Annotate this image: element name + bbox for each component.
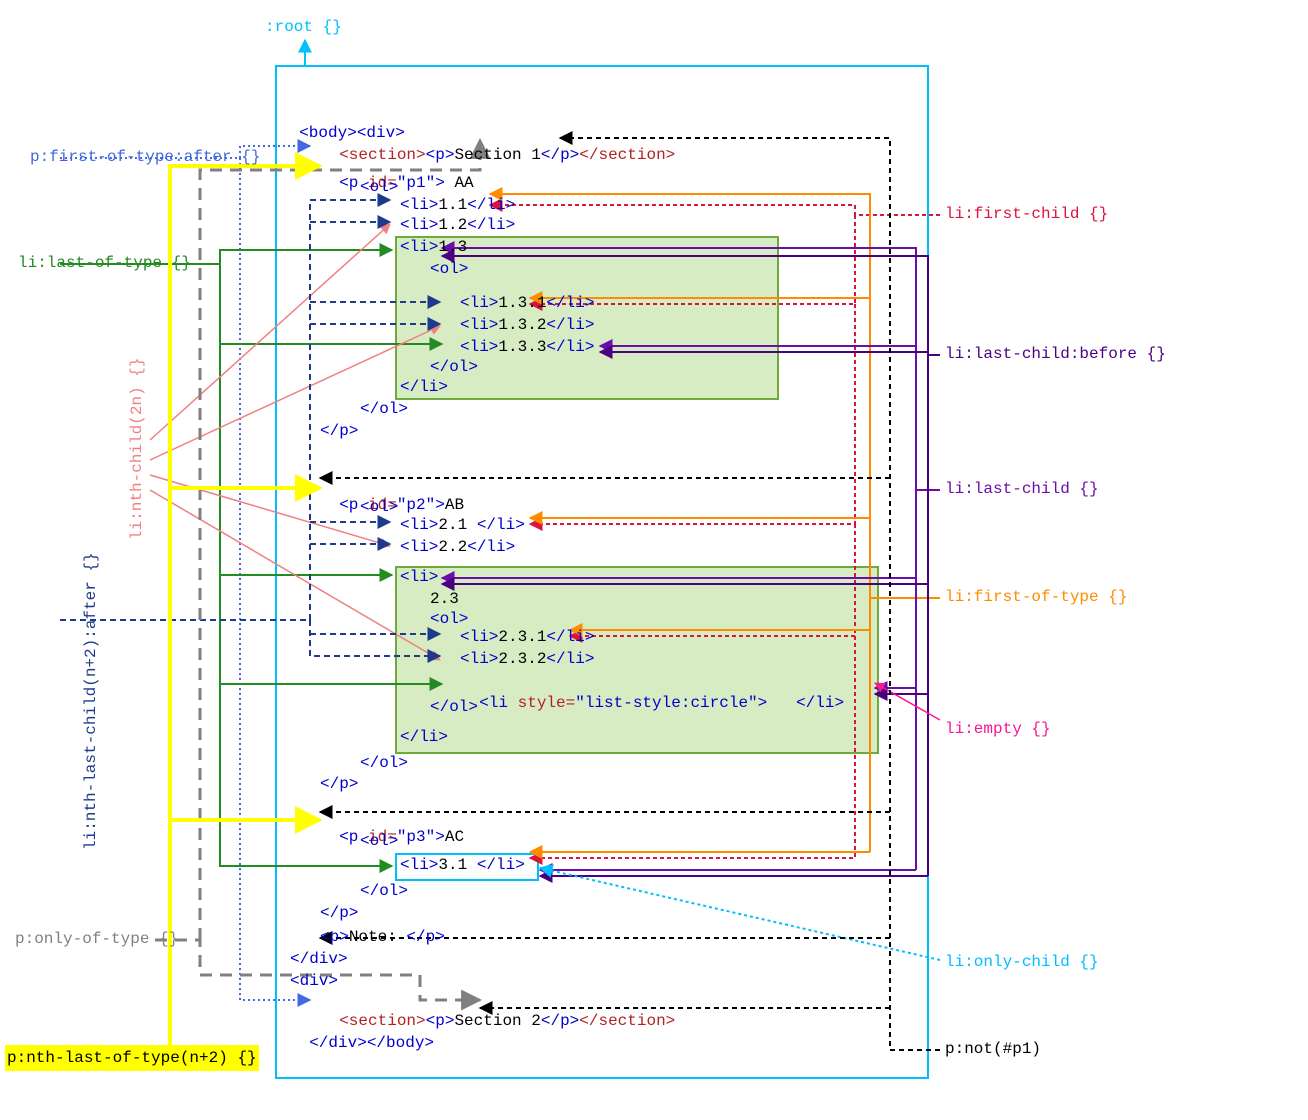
sel-only-child: li:only-child {}: [945, 953, 1099, 971]
code-ol2-open: <ol>: [360, 498, 398, 516]
code-li-3-1: <li>3.1 </li>: [400, 856, 525, 874]
code-ol3-close: </ol>: [360, 882, 408, 900]
code-li-2-3-2: <li>2.3.2</li>: [460, 650, 594, 668]
code-li-2-3-text: 2.3: [430, 590, 459, 608]
code-li-1-2: <li>1.2</li>: [400, 216, 515, 234]
sel-only-of-type: p:only-of-type {}: [15, 930, 178, 948]
code-li-1-3-close: </li>: [400, 378, 448, 396]
code-li-2-2: <li>2.2</li>: [400, 538, 515, 556]
sel-nth-last-child-after: li:nth-last-child(n+2):after {}: [82, 552, 100, 850]
sel-last-child-before: li:last-child:before {}: [945, 345, 1166, 363]
sel-last-child: li:last-child {}: [945, 480, 1099, 498]
sel-first-of-type: li:first-of-type {}: [945, 588, 1127, 606]
code-ol3-open: <ol>: [360, 832, 398, 850]
code-p3-close: </p>: [320, 904, 358, 922]
code-li-2-3-1: <li>2.3.1</li>: [460, 628, 594, 646]
code-li-1-1: <li>1.1</li>: [400, 196, 515, 214]
code-li-1-3-open: <li>1.3: [400, 238, 467, 256]
code-ol-1-3-close: </ol>: [430, 358, 478, 376]
code-li-1-3-2: <li>1.3.2</li>: [460, 316, 594, 334]
code-ol2-close: </ol>: [360, 754, 408, 772]
code-ol-1-3: <ol>: [430, 260, 468, 278]
sel-empty: li:empty {}: [945, 720, 1051, 738]
code-body-close: </div></body>: [290, 1016, 434, 1052]
code-li-2-3-close: </li>: [400, 728, 448, 746]
sel-root: :root {}: [265, 18, 342, 36]
code-p1-close: </p>: [320, 422, 358, 440]
sel-first-child: li:first-child {}: [945, 205, 1108, 223]
arrows-svg: [0, 0, 1308, 1120]
code-p2-close: </p>: [320, 775, 358, 793]
sel-nth-last-of-type: p:nth-last-of-type(n+2) {}: [5, 1045, 259, 1071]
code-li-2-1: <li>2.1 </li>: [400, 516, 525, 534]
code-li-2-3-open: <li>: [400, 568, 438, 586]
code-li-styled: <li style="list-style:circle"> </li>: [460, 676, 844, 712]
sel-nth-child-2n: li:nth-child(2n) {}: [128, 358, 146, 540]
code-ol1-open: <ol>: [360, 178, 398, 196]
code-ol-2-3-close: </ol>: [430, 698, 478, 716]
code-li-1-3-1: <li>1.3.1</li>: [460, 294, 594, 312]
code-div2-open: <div>: [290, 972, 338, 990]
code-ol-2-3: <ol>: [430, 610, 468, 628]
code-div1-close: </div>: [290, 950, 348, 968]
sel-last-of-type: li:last-of-type {}: [18, 254, 191, 272]
sel-not-p1: p:not(#p1): [945, 1040, 1041, 1058]
code-ol1-close: </ol>: [360, 400, 408, 418]
sel-first-of-type-after: p:first-of-type:after {}: [30, 148, 260, 166]
code-note: <p>Note: </p>: [320, 928, 445, 946]
code-li-1-3-3: <li>1.3.3</li>: [460, 338, 594, 356]
